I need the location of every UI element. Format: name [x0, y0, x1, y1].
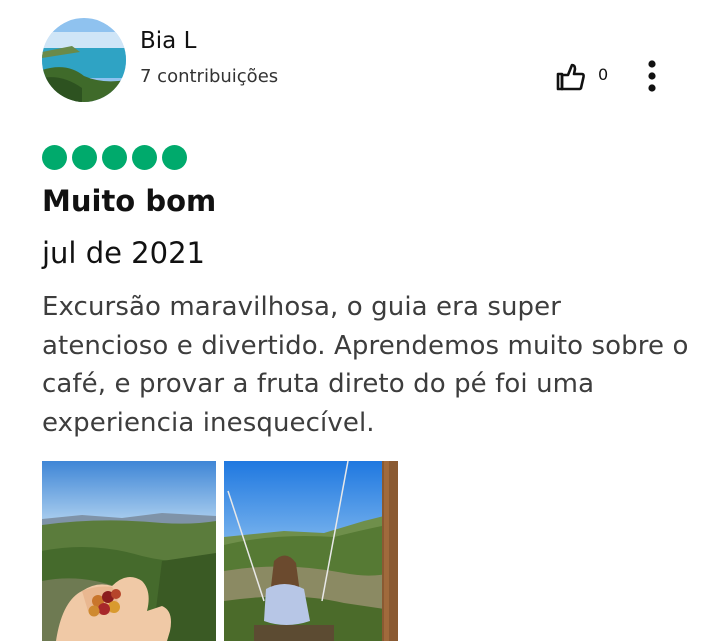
author-name[interactable]: Bia L: [140, 30, 196, 53]
contributions-count: 7 contribuições: [140, 66, 279, 87]
review-title: Muito bom: [42, 184, 217, 218]
review-photo[interactable]: [224, 461, 398, 641]
avatar[interactable]: [42, 18, 126, 102]
rating-bubble: [162, 145, 187, 170]
review-text: Excursão maravilhosa, o guia era super a…: [42, 292, 689, 438]
rating-bubble: [132, 145, 157, 170]
rating-bubbles: [42, 145, 187, 173]
review-date: jul de 2021: [42, 236, 205, 270]
rating-bubble: [72, 145, 97, 170]
thumbs-up-icon[interactable]: [556, 62, 586, 92]
more-vertical-icon[interactable]: [642, 60, 662, 92]
review-photo[interactable]: [42, 461, 216, 641]
rating-bubble: [42, 145, 67, 170]
like-count: 0: [598, 65, 609, 84]
rating-bubble: [102, 145, 127, 170]
